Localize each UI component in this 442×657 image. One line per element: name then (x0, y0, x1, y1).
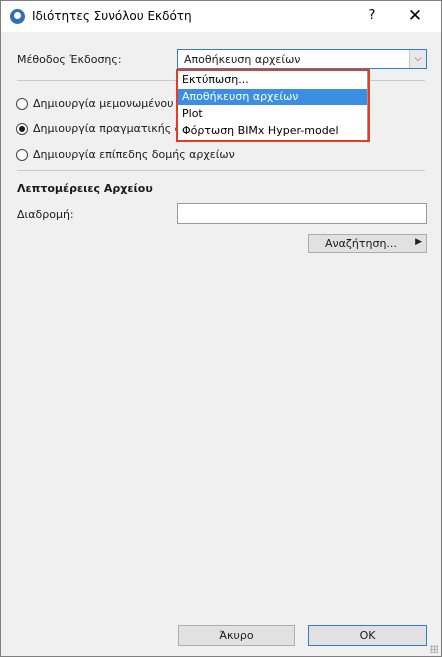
publisher-set-properties-dialog: Ιδιότητες Συνόλου Εκδότη ? ✕ Μέθοδος Έκδ… (0, 0, 442, 657)
file-details-heading: Λεπτομέρειες Αρχείου (17, 182, 153, 195)
option-label: Δημιουργία επίπεδης δομής αρχείων (33, 148, 235, 161)
ok-button[interactable]: OK (308, 625, 427, 646)
dialog-content: Μέθοδος Έκδοσης: Αποθήκευση αρχείων ⌵ Δη… (1, 32, 441, 612)
browse-button[interactable]: Αναζήτηση... ▶ (308, 234, 427, 253)
title-bar: Ιδιότητες Συνόλου Εκδότη ? ✕ (1, 1, 441, 32)
path-input[interactable] (177, 203, 427, 224)
publish-method-label: Μέθοδος Έκδοσης: (17, 53, 122, 66)
path-label: Διαδρομή: (17, 208, 74, 221)
dialog-footer: Άκυρο OK (1, 612, 441, 656)
radio-button-checked[interactable] (16, 123, 28, 135)
archicad-app-icon (10, 9, 25, 24)
divider (17, 170, 425, 171)
option-label: Δημιουργία πραγματικής δ (33, 122, 182, 135)
publish-method-value: Αποθήκευση αρχείων (184, 53, 301, 66)
resize-grip-icon[interactable] (430, 645, 438, 653)
help-button[interactable]: ? (357, 4, 387, 28)
close-icon[interactable]: ✕ (397, 4, 433, 28)
radio-button[interactable] (16, 98, 28, 110)
window-title: Ιδιότητες Συνόλου Εκδότη (32, 9, 192, 23)
annotation-highlight-box (176, 69, 370, 142)
cancel-button[interactable]: Άκυρο (178, 625, 295, 646)
browse-button-label: Αναζήτηση... (325, 237, 397, 250)
triangle-right-icon: ▶ (415, 237, 422, 247)
option-label: Δημιουργία μεμονωμένου α (33, 97, 185, 110)
publish-method-select[interactable]: Αποθήκευση αρχείων ⌵ (177, 49, 427, 69)
radio-button[interactable] (16, 149, 28, 161)
chevron-down-icon[interactable]: ⌵ (409, 50, 426, 68)
